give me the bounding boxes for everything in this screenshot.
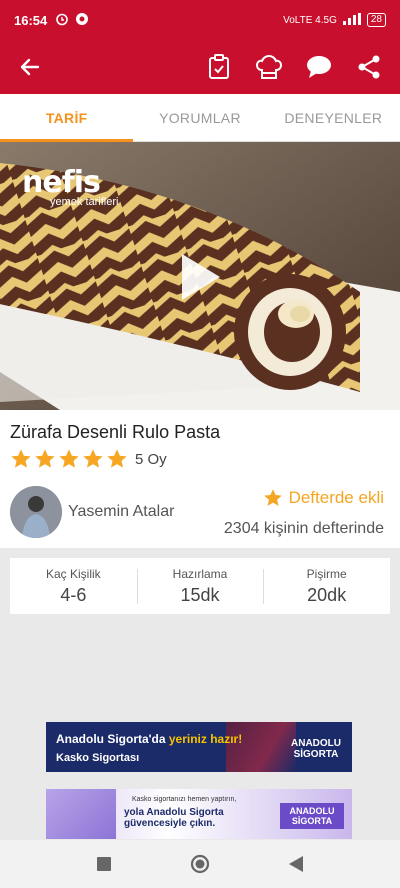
ad-brand: ANADOLU SİGORTA <box>280 803 344 829</box>
notebook-button[interactable]: Defterde ekli <box>263 488 384 508</box>
ad-headline: yola Anadolu Sigorta güvencesiyle çıkın. <box>124 807 224 829</box>
chef-button[interactable] <box>254 52 284 82</box>
ad-brand: ANADOLU SİGORTA <box>291 738 341 760</box>
stat-value: 15dk <box>180 584 220 605</box>
arrow-left-icon <box>20 58 40 76</box>
network-label: VoLTE 4.5G <box>283 14 337 26</box>
checklist-icon <box>209 54 229 79</box>
ad-headline-part2: yeriniz hazır! <box>168 732 243 746</box>
system-nav-bar <box>0 840 400 888</box>
play-icon[interactable] <box>180 252 222 302</box>
status-bar: 16:54 VoLTE 4.5G 28 <box>0 0 400 40</box>
ad-headline: Anadolu Sigorta'da yeriniz hazır! <box>56 732 242 746</box>
ad-headline-part1: Anadolu Sigorta'da <box>56 732 169 746</box>
ad-tagline: Kasko sigortanızı hemen yaptırın, <box>132 796 237 803</box>
square-icon <box>97 857 111 871</box>
ad-banner-2[interactable]: Kasko sigortanızı hemen yaptırın, yola A… <box>46 789 352 839</box>
avatar[interactable] <box>10 486 62 538</box>
recipe-stats: Kaç Kişilik 4-6 Hazırlama 15dk Pişirme 2… <box>10 558 390 614</box>
battery-icon: 28 <box>366 13 386 27</box>
home-button[interactable] <box>188 852 212 876</box>
signal-icon <box>342 12 361 28</box>
stat-label: Hazırlama <box>172 566 228 581</box>
star-icon <box>83 449 103 468</box>
brand-name: nefis <box>22 165 101 200</box>
notebook-label: Defterde ekli <box>288 488 384 507</box>
recents-button[interactable] <box>92 852 116 876</box>
ad-decoration <box>46 789 116 839</box>
alarm-icon <box>55 12 69 29</box>
star-icon <box>59 449 79 468</box>
stat-prep-time: Hazırlama 15dk <box>136 566 264 606</box>
chef-hat-icon <box>256 54 282 79</box>
star-icon <box>263 489 282 506</box>
browser-icon <box>75 12 89 29</box>
star-icon <box>107 449 127 468</box>
ad-subline: Kasko Sigortası <box>56 752 140 764</box>
stat-label: Kaç Kişilik <box>45 566 101 581</box>
back-nav-button[interactable] <box>284 852 308 876</box>
recipe-title: Zürafa Desenli Rulo Pasta <box>10 422 221 442</box>
stat-label: Pişirme <box>306 566 347 581</box>
stat-value: 20dk <box>307 584 347 605</box>
ad-headline-line1: yola Anadolu Sigorta <box>124 807 224 818</box>
brand-subtitle: yemek tarifleri <box>50 196 119 208</box>
back-button[interactable] <box>16 53 44 81</box>
tab-bar: TARİF YORUMLAR DENEYENLER <box>0 94 400 142</box>
author[interactable]: Yasemin Atalar <box>10 486 174 538</box>
tab-comments[interactable]: YORUMLAR <box>133 94 266 141</box>
comment-button[interactable] <box>304 52 334 82</box>
shopping-list-button[interactable] <box>204 52 234 82</box>
rating[interactable]: 5 Oy <box>10 448 167 470</box>
star-icon <box>35 449 55 468</box>
stat-cook-time: Pişirme 20dk <box>263 567 390 606</box>
share-button[interactable] <box>354 52 384 82</box>
recipe-video[interactable]: nefis yemek tarifleri <box>0 142 400 410</box>
battery-level: 28 <box>370 14 382 25</box>
stat-value: 4-6 <box>60 584 87 605</box>
status-time: 16:54 <box>14 12 48 28</box>
author-name[interactable]: Yasemin Atalar <box>68 503 174 521</box>
notebook-count: 2304 kişinin defterinde <box>223 520 384 537</box>
share-icon <box>358 55 380 79</box>
star-icon <box>11 449 31 468</box>
ad-headline-line2: güvencesiyle çıkın. <box>124 818 216 829</box>
brand-logo: nefis yemek tarifleri <box>22 165 119 209</box>
triangle-left-icon <box>289 856 303 872</box>
ad-banner-1[interactable]: Anadolu Sigorta'da yeriniz hazır! Kasko … <box>46 722 352 772</box>
app-bar <box>0 40 400 94</box>
circle-icon <box>190 854 210 874</box>
vote-count: 5 Oy <box>135 450 167 468</box>
recipe-info: Zürafa Desenli Rulo Pasta 5 Oy Yasemin A… <box>0 410 400 548</box>
tab-recipe[interactable]: TARİF <box>0 94 134 142</box>
stat-servings: Kaç Kişilik 4-6 <box>10 567 137 606</box>
tab-triers[interactable]: DENEYENLER <box>267 94 400 141</box>
speech-bubble-icon <box>307 56 331 78</box>
